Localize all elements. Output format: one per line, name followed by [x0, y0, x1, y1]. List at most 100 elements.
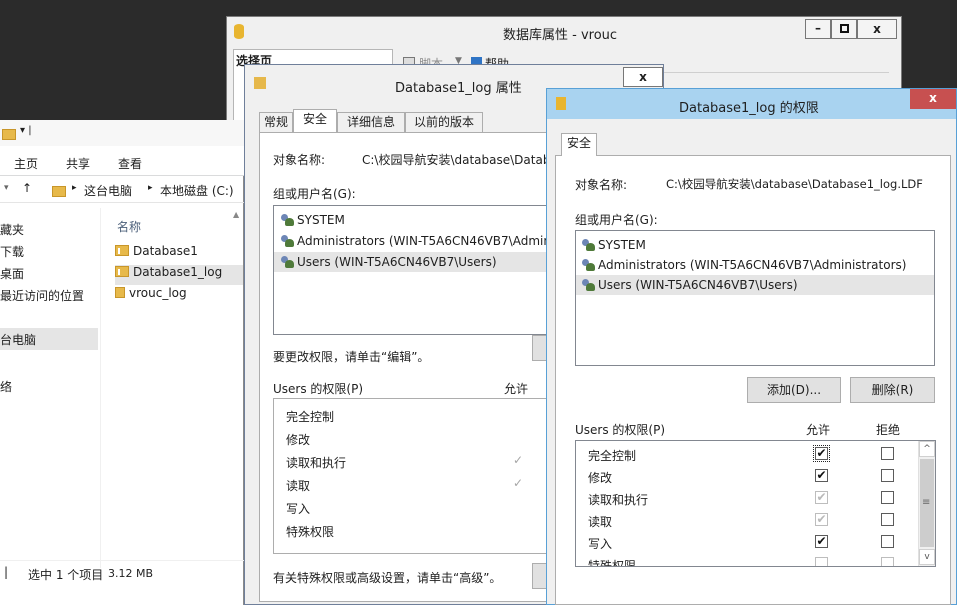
tab-general[interactable]: 常规: [259, 112, 293, 132]
status-selected-count: 选中 1 个项目: [28, 568, 104, 582]
user-name: Users (WIN-T5A6CN46VB7\Users): [598, 278, 798, 292]
user-name: Administrators (WIN-T5A6CN46VB7\Administ: [297, 234, 566, 248]
allow-special-checkbox[interactable]: [815, 557, 828, 566]
add-button[interactable]: 添加(D)...: [747, 377, 841, 403]
up-arrow-icon[interactable]: ↑: [22, 181, 32, 195]
perm-read-execute: 读取和执行: [588, 493, 649, 507]
maximize-button[interactable]: [831, 19, 857, 39]
user-name: SYSTEM: [598, 238, 646, 252]
nav-item-this-pc[interactable]: 台电脑: [0, 328, 98, 350]
permissions-label: Users 的权限(P): [273, 382, 364, 396]
allow-full-control-checkbox[interactable]: ✔: [813, 445, 830, 462]
perm-modify: 修改: [286, 433, 311, 447]
allow-modify-checkbox[interactable]: ✔: [815, 469, 828, 482]
deny-modify-checkbox[interactable]: [881, 469, 894, 482]
breadcrumb-separator-icon: ▸: [148, 183, 153, 193]
permissions-scrollbar[interactable]: ^ ≡ v: [918, 441, 935, 566]
tab-security[interactable]: 安全: [293, 109, 337, 132]
file-row-selected[interactable]: Database1_log: [115, 265, 243, 285]
ribbon-tab-view[interactable]: 查看: [118, 155, 142, 172]
nav-item-downloads[interactable]: 下载: [0, 243, 24, 260]
group-user-list[interactable]: SYSTEM Administrators (WIN-T5A6CN46VB7\A…: [273, 205, 565, 335]
user-item-administrators[interactable]: Administrators (WIN-T5A6CN46VB7\Administ…: [581, 255, 906, 275]
explorer-status-bar: | 选中 1 个项目 3.12 MB: [0, 560, 244, 584]
perm-special: 特殊权限: [588, 559, 637, 567]
tab-details[interactable]: 详细信息: [337, 112, 405, 132]
permissions-label: Users 的权限(P): [575, 423, 666, 437]
ribbon-tab-share[interactable]: 共享: [66, 155, 90, 172]
remove-button[interactable]: 删除(R): [850, 377, 935, 403]
user-item-system[interactable]: SYSTEM: [581, 235, 646, 255]
tab-label: 安全: [566, 136, 591, 150]
scroll-down-icon[interactable]: v: [919, 549, 935, 565]
deny-special-checkbox[interactable]: [881, 557, 894, 566]
quick-access-dropdown-icon[interactable]: ▾ |: [20, 125, 32, 136]
file-name: Database1: [133, 244, 198, 258]
perm-write: 写入: [588, 537, 613, 551]
document-icon: [556, 97, 566, 110]
file-row[interactable]: Database1: [115, 244, 243, 264]
allow-write-checkbox[interactable]: ✔: [815, 535, 828, 548]
nav-item-network[interactable]: 络: [0, 378, 12, 395]
nav-item-this-pc-label: 台电脑: [0, 333, 37, 347]
nav-item-recent[interactable]: 最近访问的位置: [0, 287, 84, 304]
breadcrumb-local-disk[interactable]: 本地磁盘 (C:): [160, 182, 234, 199]
file-icon: [115, 266, 129, 277]
perm-full-control: 完全控制: [588, 449, 637, 463]
perm-read: 读取: [286, 479, 311, 493]
navigation-pane: 藏夹 下载 桌面 最近访问的位置 台电脑 络: [0, 208, 100, 568]
status-size: 3.12 MB: [108, 567, 154, 580]
db-window-title: 数据库属性 - vrouc: [503, 28, 618, 43]
tab-label: 以前的版本: [413, 115, 474, 129]
column-header-name[interactable]: 名称: [117, 218, 141, 235]
group-user-list[interactable]: SYSTEM Administrators (WIN-T5A6CN46VB7\A…: [575, 230, 935, 366]
permissions-title: Database1_log 的权限: [679, 101, 819, 116]
allow-check-icon: ✓: [513, 476, 524, 490]
user-group-icon: [280, 214, 294, 226]
user-item-users[interactable]: Users (WIN-T5A6CN46VB7\Users): [576, 275, 934, 295]
explorer-title-bar: ▾ |: [0, 120, 244, 146]
scroll-up-icon[interactable]: ^: [919, 441, 935, 457]
file-row[interactable]: vrouc_log: [115, 286, 243, 306]
scroll-thumb[interactable]: ≡: [920, 459, 934, 547]
perm-read-execute: 读取和执行: [286, 456, 347, 470]
tab-label: 安全: [302, 112, 327, 126]
close-button[interactable]: x: [623, 67, 663, 87]
user-item-system[interactable]: SYSTEM: [280, 210, 345, 230]
ribbon-tab-home[interactable]: 主页: [14, 155, 38, 172]
tab-security[interactable]: 安全: [561, 133, 597, 156]
edit-hint: 要更改权限，请单击“编辑”。: [273, 350, 430, 364]
deny-read-checkbox[interactable]: [881, 513, 894, 526]
tab-label: 常规: [263, 115, 288, 129]
allow-read-execute-checkbox[interactable]: ✔: [815, 491, 828, 504]
user-item-users[interactable]: Users (WIN-T5A6CN46VB7\Users): [274, 252, 562, 272]
permissions-title-bar: Database1_log 的权限 x: [547, 89, 956, 119]
deny-write-checkbox[interactable]: [881, 535, 894, 548]
perm-full-control: 完全控制: [286, 410, 335, 424]
minimize-button[interactable]: –: [805, 19, 831, 39]
database-icon: [234, 24, 244, 39]
close-button[interactable]: x: [857, 19, 897, 39]
status-separator: |: [4, 565, 9, 579]
folder-icon: [2, 129, 16, 140]
file-icon: [115, 245, 129, 256]
user-group-icon: [280, 235, 294, 247]
deny-full-control-checkbox[interactable]: [881, 447, 894, 460]
deny-read-execute-checkbox[interactable]: [881, 491, 894, 504]
file-explorer-window: ▾ | 主页 共享 查看 ▾ ↑ ▸ 这台电脑 ▸ 本地磁盘 (C:) 藏夹 下…: [0, 120, 244, 605]
nav-item-desktop[interactable]: 桌面: [0, 265, 24, 282]
tab-previous-versions[interactable]: 以前的版本: [405, 112, 483, 132]
nav-dropdown-icon[interactable]: ▾: [4, 183, 9, 193]
close-button[interactable]: x: [910, 89, 956, 109]
allow-check-icon: ✓: [513, 453, 524, 467]
user-name: SYSTEM: [297, 213, 345, 227]
group-user-label: 组或用户名(G):: [273, 187, 356, 201]
user-item-administrators[interactable]: Administrators (WIN-T5A6CN46VB7\Administ: [280, 231, 565, 251]
object-name-label: 对象名称:: [575, 178, 628, 192]
nav-item-favorites[interactable]: 藏夹: [0, 221, 24, 238]
perm-read: 读取: [588, 515, 613, 529]
permissions-list: 完全控制 ✔ 修改 ✔ 读取和执行 ✔ 读取 ✔ 写入 ✔ 特殊权限 ^ ≡ v: [575, 440, 936, 567]
allow-read-checkbox[interactable]: ✔: [815, 513, 828, 526]
permissions-dialog: Database1_log 的权限 x 安全 对象名称: C:\校园导航安装\d…: [546, 88, 957, 605]
breadcrumb-this-pc[interactable]: 这台电脑: [84, 182, 132, 199]
